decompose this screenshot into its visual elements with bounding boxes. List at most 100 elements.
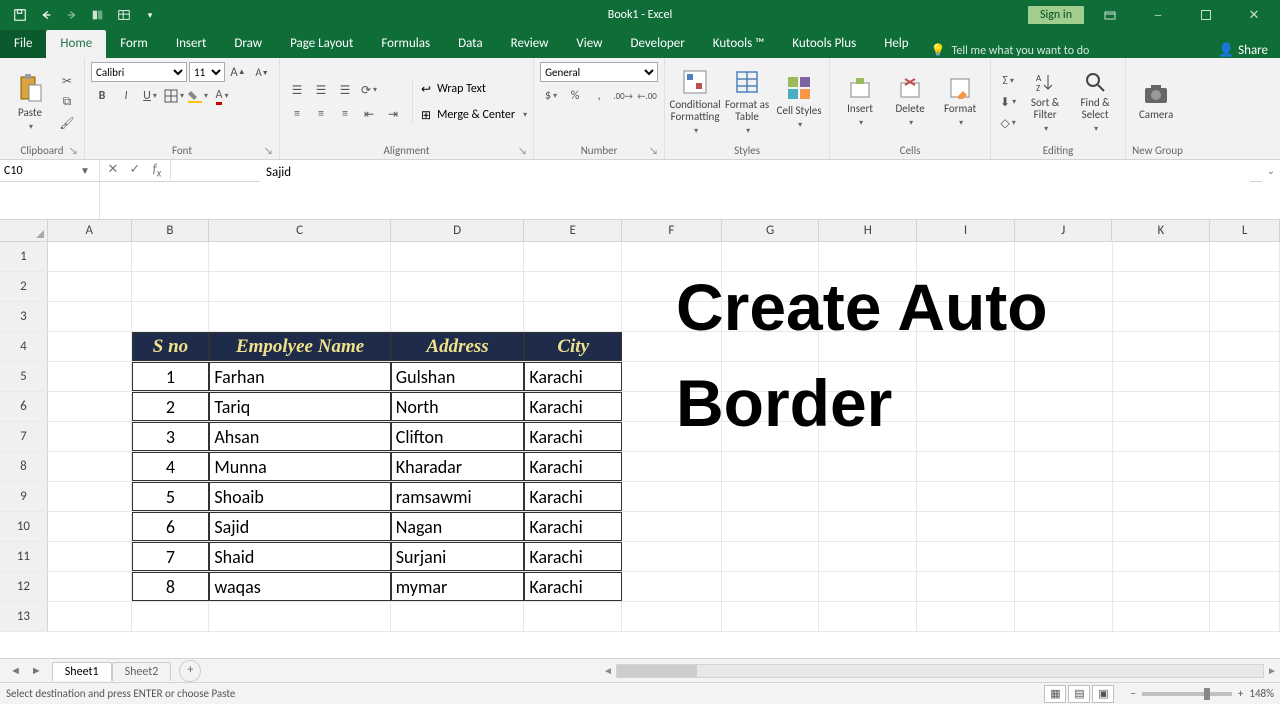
cell[interactable]: 5 — [132, 482, 210, 511]
cell[interactable] — [48, 272, 132, 301]
cell[interactable] — [722, 482, 820, 511]
minimize-icon[interactable]: ─ — [1136, 1, 1180, 29]
increase-font-icon[interactable]: A▲ — [227, 62, 249, 82]
cell[interactable]: 3 — [132, 422, 210, 451]
cell[interactable] — [48, 362, 132, 391]
cell[interactable] — [1113, 452, 1211, 481]
close-icon[interactable]: ✕ — [1232, 1, 1276, 29]
cell[interactable] — [622, 572, 722, 601]
col-header[interactable]: A — [48, 220, 132, 241]
qat-dropdown-icon[interactable]: ▾ — [138, 3, 162, 27]
cell[interactable] — [1210, 332, 1280, 361]
cell[interactable]: 2 — [132, 392, 210, 421]
align-bottom-icon[interactable]: ☰ — [334, 80, 356, 100]
row-header[interactable]: 9 — [0, 482, 48, 511]
view-normal-icon[interactable]: ▦ — [1044, 685, 1066, 703]
redo-icon[interactable] — [60, 3, 84, 27]
cell[interactable] — [1210, 542, 1280, 571]
tab-kutoolsplus[interactable]: Kutools Plus — [778, 30, 870, 58]
cell[interactable] — [622, 542, 722, 571]
row-header[interactable]: 6 — [0, 392, 48, 421]
cell[interactable] — [1210, 272, 1280, 301]
wrap-text-button[interactable]: ↩Wrap Text — [421, 78, 527, 100]
cell[interactable] — [391, 302, 525, 331]
name-box-dropdown-icon[interactable]: ▼ — [75, 164, 95, 177]
name-box[interactable] — [0, 162, 75, 180]
cell[interactable] — [524, 302, 622, 331]
clear-icon[interactable]: ◇ — [997, 113, 1019, 133]
merge-center-button[interactable]: ⊞Merge & Center — [421, 104, 527, 126]
cell[interactable] — [524, 272, 622, 301]
paste-button[interactable]: Paste — [6, 68, 54, 136]
borders-icon[interactable] — [163, 86, 185, 106]
row-header[interactable]: 2 — [0, 272, 48, 301]
bold-button[interactable]: B — [91, 86, 113, 106]
cell[interactable]: Munna — [209, 452, 390, 481]
cell[interactable] — [819, 572, 917, 601]
col-header[interactable]: F — [622, 220, 722, 241]
cell[interactable] — [1113, 572, 1211, 601]
cell[interactable] — [48, 452, 132, 481]
cell[interactable] — [722, 512, 820, 541]
fill-color-icon[interactable] — [187, 86, 209, 106]
row-header[interactable]: 8 — [0, 452, 48, 481]
zoom-slider[interactable] — [1142, 692, 1232, 696]
cell[interactable] — [1210, 602, 1280, 631]
cell[interactable] — [819, 542, 917, 571]
col-header[interactable]: I — [917, 220, 1015, 241]
cell[interactable] — [391, 242, 525, 271]
cell[interactable] — [209, 602, 390, 631]
cell[interactable] — [48, 422, 132, 451]
tell-me[interactable]: 💡 Tell me what you want to do — [931, 43, 1090, 58]
share-button[interactable]: 👤 Share — [1218, 43, 1268, 58]
row-header[interactable]: 3 — [0, 302, 48, 331]
cell[interactable] — [622, 602, 722, 631]
cell[interactable] — [209, 242, 390, 271]
zoom-out-icon[interactable]: − — [1130, 687, 1135, 700]
cell[interactable] — [819, 482, 917, 511]
cell[interactable] — [524, 242, 622, 271]
cell[interactable]: Sajid — [209, 512, 390, 541]
cell[interactable]: 8 — [132, 572, 210, 601]
cell[interactable]: Gulshan — [391, 362, 525, 391]
row-header[interactable]: 11 — [0, 542, 48, 571]
select-all-corner[interactable] — [0, 220, 48, 241]
cell[interactable] — [132, 602, 210, 631]
autosum-icon[interactable]: Σ — [997, 71, 1019, 91]
zoom-in-icon[interactable]: + — [1238, 687, 1243, 700]
cell[interactable] — [524, 602, 622, 631]
col-header[interactable]: G — [722, 220, 820, 241]
cell[interactable]: 6 — [132, 512, 210, 541]
view-page-layout-icon[interactable]: ▤ — [1068, 685, 1090, 703]
new-sheet-icon[interactable]: + — [179, 660, 201, 682]
cell[interactable] — [1015, 512, 1113, 541]
cell[interactable]: Karachi — [524, 422, 622, 451]
alignment-dialog-icon[interactable]: ↘ — [518, 144, 527, 157]
accounting-icon[interactable]: $ — [540, 86, 562, 106]
cell[interactable] — [132, 242, 210, 271]
cell[interactable] — [1210, 482, 1280, 511]
align-center-icon[interactable]: ≡ — [310, 104, 332, 124]
font-dialog-icon[interactable]: ↘ — [264, 144, 273, 157]
cell[interactable] — [1210, 572, 1280, 601]
orientation-icon[interactable]: ⟳ — [358, 80, 380, 100]
cell[interactable]: Shoaib — [209, 482, 390, 511]
cell[interactable]: mymar — [391, 572, 525, 601]
horizontal-scrollbar[interactable]: ◄ ► — [600, 663, 1280, 679]
number-format-combo[interactable]: General — [540, 62, 658, 82]
cell[interactable]: Karachi — [524, 362, 622, 391]
tab-formulas[interactable]: Formulas — [367, 30, 444, 58]
number-dialog-icon[interactable]: ↘ — [649, 144, 658, 157]
formula-input[interactable]: Sajid — [260, 162, 1250, 218]
cell[interactable] — [1113, 272, 1211, 301]
cell[interactable] — [209, 302, 390, 331]
cell[interactable]: Empolyee Name — [209, 332, 390, 361]
align-middle-icon[interactable]: ☰ — [310, 80, 332, 100]
cell[interactable] — [1113, 422, 1211, 451]
cell[interactable]: City — [524, 332, 622, 361]
copy-icon[interactable]: ⧉ — [56, 92, 78, 112]
cell[interactable] — [917, 452, 1015, 481]
fx-icon[interactable]: fx — [148, 162, 166, 180]
cell[interactable]: S no — [132, 332, 210, 361]
underline-button[interactable]: U — [139, 86, 161, 106]
